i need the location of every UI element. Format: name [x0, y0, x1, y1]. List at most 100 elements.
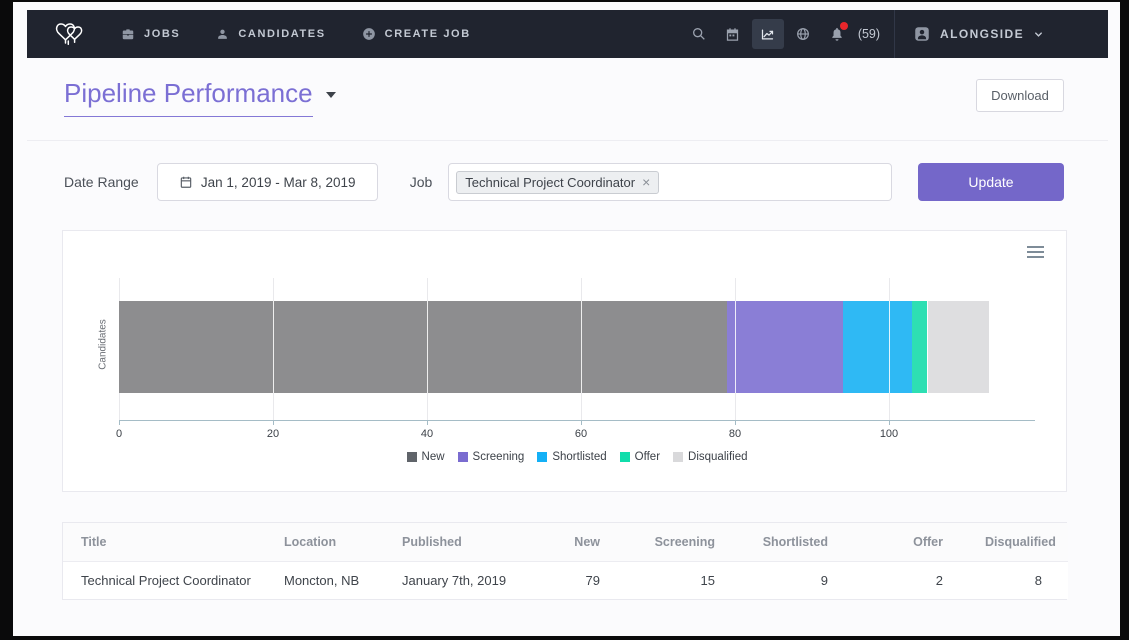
col-header-new: New	[536, 523, 626, 562]
x-axis-tick-label: 60	[561, 428, 601, 440]
browser-frame: JOBS CANDIDATES CREATE JOB	[0, 0, 1129, 640]
legend-swatch-icon	[458, 452, 468, 462]
update-button[interactable]: Update	[918, 163, 1064, 201]
legend-item-shortlisted[interactable]: Shortlisted	[537, 451, 606, 463]
search-icon[interactable]	[682, 26, 716, 42]
x-axis-tick	[273, 420, 274, 425]
bar-segment-new[interactable]	[119, 301, 727, 393]
job-label: Job	[410, 174, 433, 190]
cell-published: January 7th, 2019	[386, 562, 536, 600]
app-screen: JOBS CANDIDATES CREATE JOB	[13, 2, 1120, 636]
download-button[interactable]: Download	[976, 79, 1064, 112]
x-axis-line	[119, 420, 1035, 421]
briefcase-icon	[121, 27, 135, 41]
nav-item-label: CREATE JOB	[385, 28, 471, 40]
col-header-disqualified: Disqualified	[969, 523, 1068, 562]
nav-item-jobs[interactable]: JOBS	[121, 27, 180, 41]
job-tag: Technical Project Coordinator ×	[456, 171, 659, 194]
cell-title[interactable]: Technical Project Coordinator	[63, 562, 268, 600]
calendar-icon[interactable]	[716, 27, 750, 42]
legend-item-offer[interactable]: Offer	[620, 451, 660, 463]
nav-item-candidates[interactable]: CANDIDATES	[216, 28, 325, 41]
brand-logo[interactable]	[53, 19, 87, 49]
x-axis-tick	[581, 420, 582, 425]
notification-count[interactable]: (59)	[858, 27, 880, 41]
gridline-overlay	[581, 301, 582, 393]
col-header-shortlisted: Shortlisted	[741, 523, 854, 562]
col-header-offer: Offer	[854, 523, 969, 562]
chevron-down-icon	[1033, 29, 1044, 40]
gridline-overlay	[427, 301, 428, 393]
caret-down-icon	[326, 92, 336, 98]
nav-item-create-job[interactable]: CREATE JOB	[362, 27, 471, 41]
legend-label: Screening	[473, 451, 525, 463]
results-table-panel: Title Location Published New Screening S…	[62, 522, 1067, 600]
user-badge-icon	[913, 25, 931, 43]
gridline-overlay	[735, 301, 736, 393]
x-axis-tick	[119, 420, 120, 425]
cell-offer: 2	[854, 562, 969, 600]
legend-item-disqualified[interactable]: Disqualified	[673, 451, 747, 463]
date-range-label: Date Range	[64, 174, 139, 190]
bar-segment-screening[interactable]	[727, 301, 843, 393]
reports-icon-active[interactable]	[752, 19, 784, 49]
col-header-location: Location	[268, 523, 386, 562]
x-axis-tick	[427, 420, 428, 425]
legend-label: New	[422, 451, 445, 463]
globe-icon[interactable]	[786, 26, 820, 42]
account-menu[interactable]: ALONGSIDE	[913, 25, 1108, 43]
x-axis-tick-label: 80	[715, 428, 755, 440]
legend-label: Shortlisted	[552, 451, 606, 463]
gridline-overlay	[273, 301, 274, 393]
page-title: Pipeline Performance	[64, 78, 313, 117]
x-axis-tick-label: 100	[869, 428, 909, 440]
bell-icon	[829, 26, 845, 42]
bar-segment-disqualified[interactable]	[928, 301, 990, 393]
bar-segment-offer[interactable]	[912, 301, 927, 393]
plus-circle-icon	[362, 27, 376, 41]
notifications-bell[interactable]	[820, 26, 854, 42]
table-row[interactable]: Technical Project Coordinator Moncton, N…	[63, 562, 1068, 600]
table-header-row: Title Location Published New Screening S…	[63, 523, 1068, 562]
results-table: Title Location Published New Screening S…	[63, 523, 1068, 599]
date-range-value: Jan 1, 2019 - Mar 8, 2019	[201, 175, 356, 190]
remove-tag-icon[interactable]: ×	[642, 175, 650, 189]
cell-screening: 15	[626, 562, 741, 600]
line-chart-icon	[759, 27, 776, 42]
col-header-title: Title	[63, 523, 268, 562]
job-select-input[interactable]: Technical Project Coordinator ×	[448, 163, 892, 201]
x-axis-tick	[735, 420, 736, 425]
x-axis-tick-label: 0	[99, 428, 139, 440]
calendar-small-icon	[179, 175, 193, 189]
col-header-published: Published	[386, 523, 536, 562]
nav-item-label: JOBS	[144, 28, 180, 40]
legend-item-screening[interactable]: Screening	[458, 451, 525, 463]
navbar-divider	[894, 10, 895, 58]
account-name: ALONGSIDE	[940, 27, 1024, 41]
top-navbar: JOBS CANDIDATES CREATE JOB	[27, 10, 1108, 58]
cell-disqualified: 8	[969, 562, 1068, 600]
x-axis-tick-label: 20	[253, 428, 293, 440]
bar-segment-shortlisted[interactable]	[843, 301, 912, 393]
cell-new: 79	[536, 562, 626, 600]
legend-item-new[interactable]: New	[407, 451, 445, 463]
header-divider	[27, 140, 1108, 141]
col-header-screening: Screening	[626, 523, 741, 562]
date-range-input[interactable]: Jan 1, 2019 - Mar 8, 2019	[157, 163, 378, 201]
report-title-dropdown[interactable]: Pipeline Performance	[64, 78, 336, 117]
hearts-logo-icon	[53, 19, 87, 49]
legend-swatch-icon	[407, 452, 417, 462]
legend-label: Offer	[635, 451, 660, 463]
notification-dot	[840, 22, 848, 30]
filter-bar: Date Range Jan 1, 2019 - Mar 8, 2019 Job…	[64, 163, 1064, 201]
person-icon	[216, 28, 229, 41]
gridline-overlay	[889, 301, 890, 393]
x-axis-tick-label: 40	[407, 428, 447, 440]
nav-item-label: CANDIDATES	[238, 28, 325, 40]
legend-label: Disqualified	[688, 451, 747, 463]
job-tag-label: Technical Project Coordinator	[465, 175, 635, 190]
legend-swatch-icon	[620, 452, 630, 462]
cell-location: Moncton, NB	[268, 562, 386, 600]
navbar-right: (59) ALONGSIDE	[682, 10, 1108, 58]
cell-shortlisted: 9	[741, 562, 854, 600]
